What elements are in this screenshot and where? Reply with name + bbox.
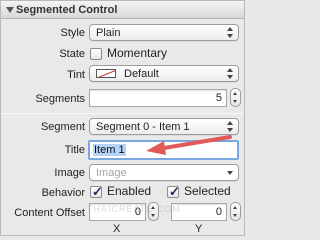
content-offset-label: Content Offset [14, 207, 85, 219]
tint-color-swatch [96, 69, 116, 78]
selected-checkbox[interactable]: ✓ [167, 184, 180, 199]
section-header[interactable]: Segmented Control [1, 1, 244, 19]
enabled-label: Enabled [107, 184, 152, 198]
style-label: Style [60, 27, 85, 39]
segments-stepper[interactable] [230, 88, 241, 107]
title-label: Title [64, 144, 85, 156]
segment-label: Segment [40, 121, 85, 133]
offset-y-value: 0 [215, 206, 222, 218]
segments-value: 5 [215, 92, 222, 104]
segment-value: Segment 0 - Item 1 [96, 121, 190, 133]
popup-arrows-icon [227, 27, 234, 38]
momentary-checkbox[interactable] [90, 48, 102, 60]
annotation-arrow-icon [146, 135, 232, 155]
segmented-control-inspector: Segmented Control Style Plain State Mome… [0, 0, 245, 236]
disclosure-triangle-icon[interactable] [6, 7, 14, 13]
style-value: Plain [96, 27, 121, 39]
enabled-checkbox[interactable]: ✓ [90, 184, 103, 199]
segments-field[interactable]: 5 [89, 89, 227, 107]
popup-arrows-icon [227, 68, 234, 79]
behavior-label: Behavior [41, 187, 85, 199]
momentary-label: Momentary [107, 46, 168, 60]
popup-arrows-icon [227, 121, 234, 132]
watermark: THAICREATE.COM [87, 204, 181, 214]
image-combo[interactable]: Image [89, 164, 239, 181]
segments-label: Segments [35, 93, 85, 105]
style-popup[interactable]: Plain [89, 24, 239, 41]
tint-popup[interactable]: Default [89, 65, 239, 82]
image-placeholder: Image [96, 167, 127, 179]
section-title: Segmented Control [16, 4, 118, 16]
title-value: Item 1 [93, 144, 126, 156]
tint-value: Default [124, 68, 159, 80]
combo-arrow-icon [227, 167, 234, 178]
tint-label: Tint [67, 69, 85, 81]
selected-label: Selected [184, 184, 231, 198]
offset-x-axis-label: X [113, 223, 121, 235]
offset-y-stepper[interactable] [230, 202, 241, 221]
divider [1, 113, 244, 114]
offset-y-axis-label: Y [195, 223, 203, 235]
image-label: Image [54, 167, 85, 179]
state-label: State [59, 48, 85, 60]
